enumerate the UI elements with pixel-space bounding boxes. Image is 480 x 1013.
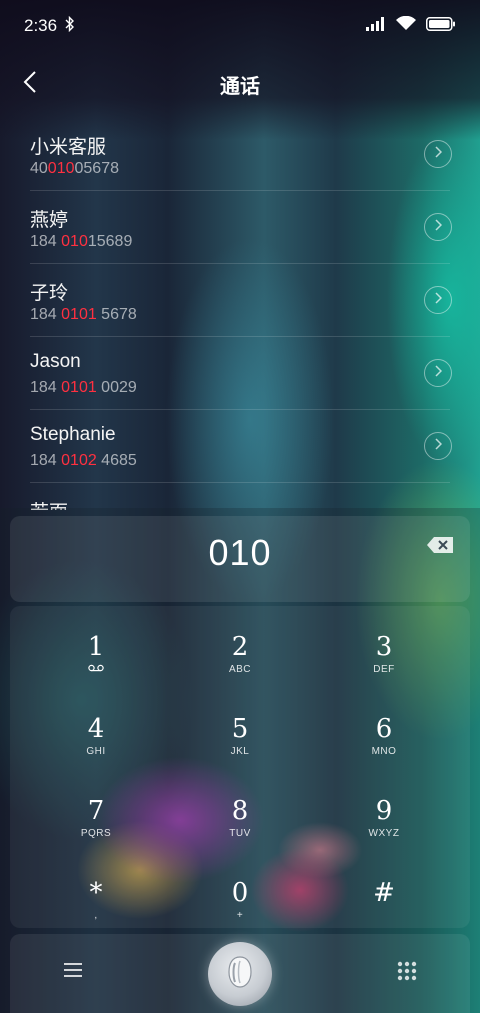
list-item[interactable]: 若面 <box>30 483 450 510</box>
key-letters: + <box>236 910 244 921</box>
contact-detail-button[interactable] <box>424 432 452 460</box>
menu-icon <box>62 963 84 983</box>
dialpad-icon <box>396 961 418 986</box>
contact-name: Stephanie <box>30 424 116 445</box>
list-item[interactable]: Stephanie 184 0102 4685 <box>30 410 452 483</box>
key-3[interactable]: 3 DEF <box>324 614 444 692</box>
key-letters: GHI <box>86 746 106 757</box>
key-letters: TUV <box>229 828 251 839</box>
list-item[interactable]: 燕婷 184 01015689 <box>30 191 452 264</box>
chevron-right-icon <box>434 364 443 382</box>
key-letters: , <box>94 910 98 921</box>
key-letters: PQRS <box>80 828 112 839</box>
key-digit: 0 <box>231 878 249 908</box>
dialed-number: 010 <box>208 532 272 573</box>
chevron-left-icon <box>23 70 37 98</box>
call-button[interactable] <box>208 942 272 1006</box>
key-4[interactable]: 4 GHI <box>36 696 156 774</box>
key-9[interactable]: 9 WXYZ <box>324 778 444 856</box>
key-digit: # <box>373 878 395 908</box>
key-5[interactable]: 5 JKL <box>180 696 300 774</box>
signal-icon <box>366 16 386 36</box>
contact-number: 4001005678 <box>30 160 119 177</box>
dialpad-toggle-button[interactable] <box>396 960 418 982</box>
key-letters: ABC <box>228 664 252 675</box>
key-1[interactable]: 1 <box>36 614 156 692</box>
backspace-icon <box>426 537 454 558</box>
key-letters: WXYZ <box>368 828 400 839</box>
key-7[interactable]: 7 PQRS <box>36 778 156 856</box>
key-digit: * <box>89 878 103 908</box>
contact-number: 184 0101 5678 <box>30 306 137 323</box>
bluetooth-icon <box>65 15 75 37</box>
contact-name: 子玲 <box>30 283 69 304</box>
contact-number: 184 0102 4685 <box>30 452 137 469</box>
contact-name: 燕婷 <box>30 210 69 231</box>
key-8[interactable]: 8 TUV <box>180 778 300 856</box>
key-digit: 2 <box>231 632 249 662</box>
phone-icon <box>225 954 255 995</box>
key-digit: 9 <box>375 796 393 826</box>
list-item[interactable]: Jason 184 0101 0029 <box>30 337 452 410</box>
contact-detail-button[interactable] <box>424 140 452 168</box>
menu-button[interactable] <box>62 961 84 981</box>
key-2[interactable]: 2 ABC <box>180 614 300 692</box>
chevron-right-icon <box>434 291 443 309</box>
key-digit: 8 <box>231 796 249 826</box>
chevron-right-icon <box>434 218 443 236</box>
status-bar: 2:36 <box>0 0 480 52</box>
key-star[interactable]: * , <box>36 860 156 938</box>
contact-name: 小米客服 <box>30 137 107 158</box>
key-hash[interactable]: # <box>324 860 444 938</box>
status-time: 2:36 <box>24 16 58 35</box>
key-digit: 1 <box>87 632 105 662</box>
contact-name: Jason <box>30 351 81 372</box>
keypad: 1 2 ABC 3 DEF 4 GHI 5 JKL 6 MNO 7 PQRS 8… <box>10 606 470 928</box>
title-bar: 通话 <box>0 60 480 108</box>
wifi-icon <box>396 15 416 36</box>
key-0[interactable]: 0 + <box>180 860 300 938</box>
contact-detail-button[interactable] <box>424 359 452 387</box>
page-title: 通话 <box>220 75 260 98</box>
key-6[interactable]: 6 MNO <box>324 696 444 774</box>
voicemail-icon <box>88 664 104 675</box>
key-letters: MNO <box>371 746 397 757</box>
contact-detail-button[interactable] <box>424 286 452 314</box>
contact-detail-button[interactable] <box>424 213 452 241</box>
list-item[interactable]: 小米客服 4001005678 <box>30 118 452 191</box>
chevron-right-icon <box>434 145 443 163</box>
key-digit: 3 <box>375 632 393 662</box>
key-letters: JKL <box>230 746 250 757</box>
contact-list: 小米客服 4001005678 燕婷 184 01015689 子玲 184 0… <box>0 118 480 510</box>
key-digit: 6 <box>375 714 393 744</box>
number-display: 010 <box>10 516 470 602</box>
key-digit: 4 <box>87 714 105 744</box>
bottom-bar <box>10 934 470 1013</box>
back-button[interactable] <box>14 68 46 100</box>
chevron-right-icon <box>434 437 443 455</box>
key-letters: DEF <box>373 664 395 675</box>
backspace-button[interactable] <box>426 536 454 556</box>
battery-icon <box>426 16 456 36</box>
contact-number: 184 0101 0029 <box>30 379 137 396</box>
contact-number: 184 01015689 <box>30 233 133 250</box>
key-digit: 7 <box>87 796 105 826</box>
key-digit: 5 <box>231 714 249 744</box>
list-item[interactable]: 子玲 184 0101 5678 <box>30 264 452 337</box>
